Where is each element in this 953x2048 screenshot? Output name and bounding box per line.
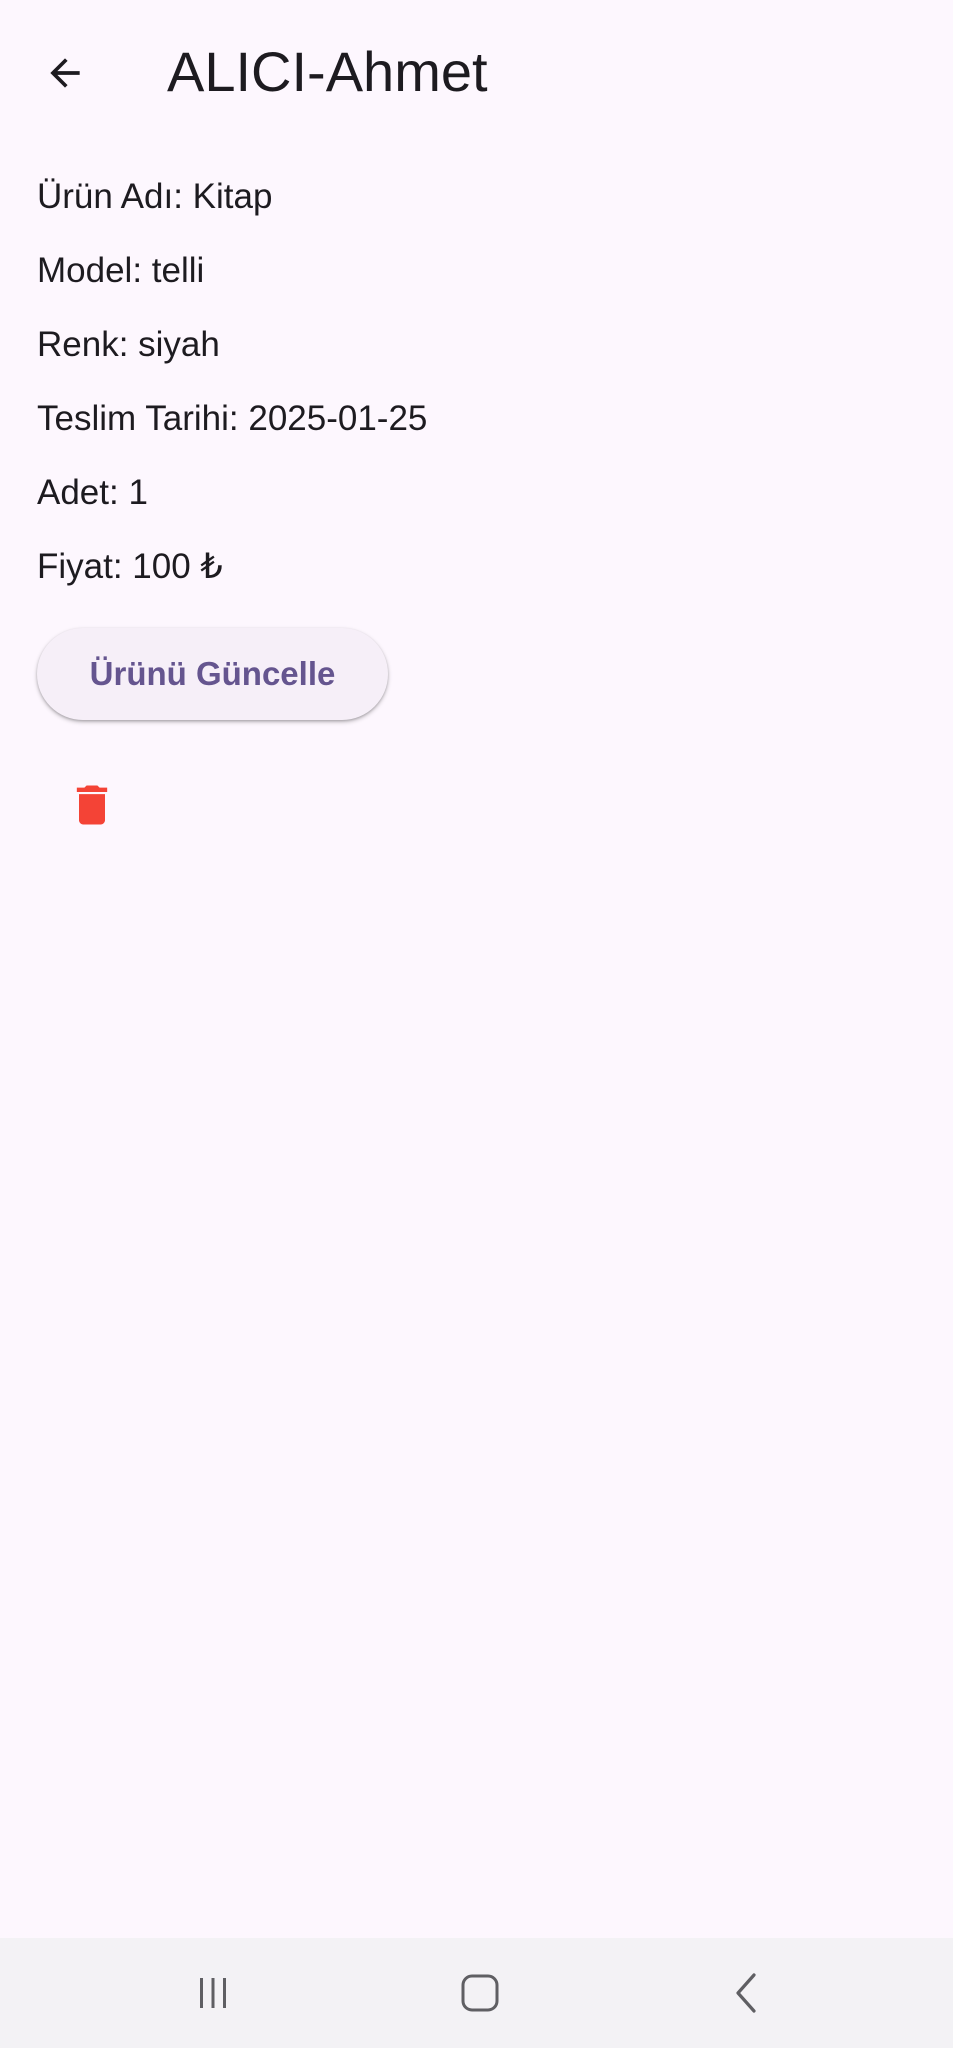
product-name-text: Ürün Adı: Kitap: [37, 177, 273, 216]
page-title: ALICI-Ahmet: [167, 40, 488, 103]
trash-icon: [76, 785, 108, 825]
price-text: Fiyat: 100 ₺: [37, 547, 223, 586]
recents-button[interactable]: [168, 1958, 258, 2028]
color-text: Renk: siyah: [37, 325, 220, 364]
home-icon: [461, 1974, 499, 2012]
product-details: Ürün Adı: Kitap Model: telli Renk: siyah…: [37, 166, 427, 610]
system-navigation-bar: [0, 1938, 953, 2048]
system-back-button[interactable]: [702, 1958, 792, 2028]
delivery-date-text: Teslim Tarihi: 2025-01-25: [37, 399, 428, 438]
arrow-left-icon: [50, 58, 80, 88]
recents-icon: [200, 1978, 226, 2008]
delete-button[interactable]: [52, 765, 132, 845]
home-button[interactable]: [435, 1958, 525, 2028]
back-button[interactable]: [20, 28, 110, 118]
app-bar: ALICI-Ahmet: [0, 0, 953, 145]
update-product-button[interactable]: Ürünü Güncelle: [37, 628, 388, 720]
model-text: Model: telli: [37, 251, 205, 290]
back-chevron-icon: [736, 1973, 756, 2013]
quantity-text: Adet: 1: [37, 473, 148, 512]
